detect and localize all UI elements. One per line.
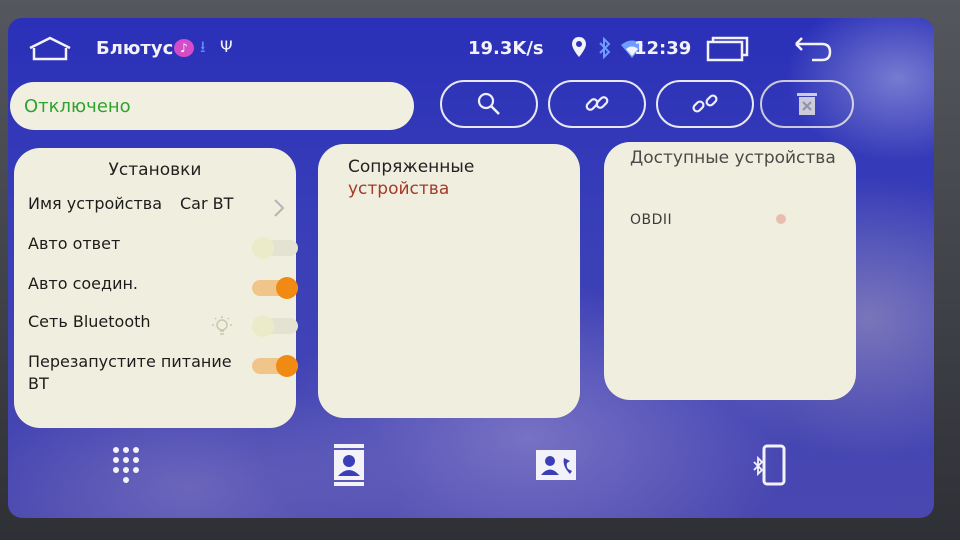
paired-title-line2: устройства	[348, 179, 450, 199]
music-note-icon: ♪	[174, 39, 194, 57]
auto-connect-label: Авто соедин.	[28, 274, 139, 293]
auto-connect-toggle[interactable]	[252, 277, 298, 299]
settings-panel: Установки Имя устройства Car BT Авто отв…	[14, 148, 298, 428]
connection-status-field: Отключено	[10, 82, 414, 130]
restart-power-label-line2: BT	[28, 374, 49, 393]
download-icon: ⭳	[200, 37, 206, 56]
search-button[interactable]	[440, 80, 538, 128]
bt-network-toggle[interactable]	[252, 315, 298, 337]
recents-icon[interactable]	[706, 34, 750, 62]
bluetooth-icon	[599, 37, 611, 59]
available-devices-panel: Доступные устройства OBDII	[604, 142, 856, 400]
available-device-item[interactable]: OBDII	[630, 212, 672, 228]
paired-devices-title: Сопряженные устройства	[348, 156, 474, 200]
restart-power-label-line1: Перезапустите питание	[28, 352, 232, 371]
restart-power-toggle[interactable]	[252, 355, 298, 377]
network-speed: 19.3K/s	[468, 38, 544, 59]
device-name-value: Car BT	[180, 194, 234, 213]
chevron-right-icon	[274, 199, 285, 217]
home-icon[interactable]	[28, 36, 72, 62]
unlink-icon	[692, 94, 718, 113]
lightbulb-icon	[212, 316, 232, 335]
search-icon	[477, 92, 500, 115]
app-title: Блютус	[96, 38, 174, 59]
disconnect-button[interactable]	[656, 80, 754, 128]
auto-connect-row: Авто соедин.	[14, 274, 298, 310]
clock: 12:39	[634, 38, 692, 59]
bt-network-label: Сеть Bluetooth	[28, 312, 151, 331]
delete-button[interactable]	[760, 80, 854, 128]
auto-answer-row: Авто ответ	[14, 234, 298, 270]
trash-icon	[797, 93, 817, 115]
device-name-label: Имя устройства	[28, 194, 163, 213]
settings-title: Установки	[108, 160, 202, 180]
usb-icon: Ψ	[220, 37, 233, 56]
location-pin-icon	[572, 37, 586, 57]
bt-network-row: Сеть Bluetooth	[14, 312, 298, 348]
head-unit-screen: Блютус ♪ ⭳ Ψ 19.3K/s 12:39 Отключено Уст…	[8, 18, 934, 518]
status-bar: Блютус ♪ ⭳ Ψ 19.3K/s 12:39	[8, 18, 934, 74]
device-name-row[interactable]: Имя устройства Car BT	[14, 194, 296, 230]
restart-power-row: Перезапустите питание BT	[14, 352, 298, 402]
available-devices-title: Доступные устройства	[630, 148, 836, 168]
paired-devices-panel: Сопряженные устройства	[318, 144, 580, 418]
call-log-icon[interactable]	[534, 442, 582, 490]
phone-bluetooth-icon[interactable]	[746, 442, 794, 490]
auto-answer-toggle[interactable]	[252, 237, 298, 259]
device-status-dot	[776, 214, 786, 224]
paired-title-line1: Сопряженные	[348, 157, 475, 177]
link-icon	[585, 96, 609, 111]
connect-button[interactable]	[548, 80, 646, 128]
contacts-icon[interactable]	[326, 442, 374, 490]
auto-answer-label: Авто ответ	[28, 234, 121, 253]
dialpad-icon[interactable]	[104, 442, 152, 490]
back-arrow-icon[interactable]	[792, 34, 834, 62]
